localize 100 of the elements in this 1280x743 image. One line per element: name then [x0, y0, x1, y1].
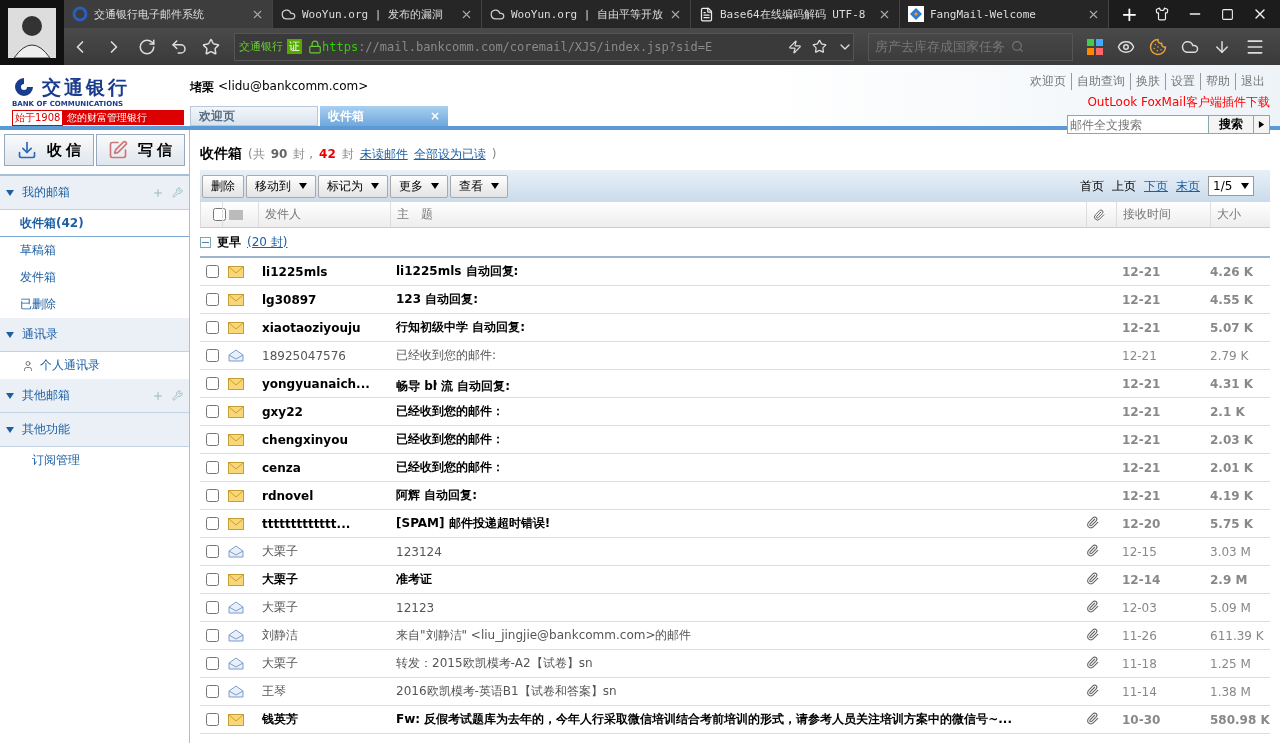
subject-cell[interactable]: 2016欧凯模考-英语B1【试卷和答案】sn [390, 683, 1086, 700]
row-checkbox[interactable] [206, 377, 219, 390]
reload-icon[interactable] [138, 37, 156, 56]
pager-link[interactable]: 末页 [1176, 177, 1200, 195]
subject-cell[interactable]: [SPAM] 邮件投递超时错误! [390, 515, 1086, 532]
sidebar-section[interactable]: 通讯录 [0, 318, 189, 352]
receive-button[interactable]: 收 信 [4, 134, 94, 166]
header-link[interactable]: 设置 [1165, 73, 1200, 90]
subject-cell[interactable]: 准考证 [390, 571, 1086, 588]
star-icon[interactable] [812, 39, 827, 54]
apps-grid-icon[interactable] [1087, 38, 1103, 55]
group-count[interactable]: (20 封) [247, 233, 288, 251]
row-checkbox[interactable] [206, 685, 219, 698]
expand-caret-icon[interactable] [6, 188, 14, 197]
compose-button[interactable]: 写 信 [95, 134, 185, 166]
address-bar[interactable]: 交通银行 证 https://mail.bankcomm.com/coremail/XJS/index.jsp?sid=E [234, 32, 854, 61]
header-link[interactable]: 换肤 [1130, 73, 1165, 90]
dropdown-button[interactable]: 查看 [450, 174, 508, 198]
header-link[interactable]: 退出 [1235, 73, 1270, 90]
sidebar-section[interactable]: 其他邮箱 [0, 379, 189, 413]
subject-cell[interactable]: 123 自动回复: [390, 291, 1086, 308]
row-checkbox[interactable] [206, 629, 219, 642]
header-link[interactable]: 欢迎页 [1025, 73, 1071, 90]
select-all-checkbox[interactable] [213, 208, 226, 221]
row-checkbox[interactable] [206, 349, 219, 362]
undo-icon[interactable] [170, 37, 188, 56]
folder-item[interactable]: 发件箱 [0, 264, 189, 291]
mail-search-field[interactable]: 邮件全文搜索 搜索 [1067, 115, 1270, 134]
page-select[interactable]: 1/5 [1208, 176, 1254, 196]
column-header[interactable]: 主 题 [390, 202, 1086, 227]
row-checkbox[interactable] [206, 405, 219, 418]
row-checkbox[interactable] [206, 461, 219, 474]
pager-link[interactable]: 下页 [1144, 177, 1168, 195]
folder-item[interactable]: 已删除 [0, 291, 189, 318]
toolbar-button[interactable]: 删除 [202, 174, 244, 198]
page-tab[interactable]: 欢迎页 [190, 106, 318, 126]
star-icon[interactable] [202, 37, 220, 56]
size-cell-text: 1.38 M [1210, 684, 1252, 699]
row-checkbox[interactable] [206, 321, 219, 334]
search-options-button[interactable] [1253, 116, 1269, 133]
expand-caret-icon[interactable] [6, 391, 14, 400]
subject-cell[interactable]: 行知初级中学 自动回复: [390, 319, 1086, 336]
subject-cell[interactable]: 已经收到您的邮件： [390, 459, 1086, 476]
subject-cell[interactable]: li1225mls 自动回复: [390, 263, 1086, 280]
plugin-download-link[interactable]: OutLook FoxMail客户端插件下载 [1087, 94, 1270, 111]
subject-cell[interactable]: 转发：2015欧凯模考-A2【试卷】sn [390, 655, 1086, 672]
new-tab-button[interactable]: + [1109, 0, 1150, 28]
column-header[interactable]: 发件人 [258, 202, 390, 227]
header-link[interactable]: 帮助 [1200, 73, 1235, 90]
browser-tab[interactable]: WooYun.org | 自由平等开放 [482, 0, 691, 28]
mark-all-read-link[interactable]: 全部设为已读 [413, 145, 486, 163]
row-checkbox[interactable] [206, 713, 219, 726]
folder-item[interactable]: 草稿箱 [0, 237, 189, 264]
collapse-toggle[interactable] [200, 236, 211, 248]
subject-cell[interactable]: 来自"刘静洁" <liu_jingjie@bankcomm.com>的邮件 [390, 627, 1086, 644]
row-checkbox[interactable] [206, 265, 219, 278]
browser-tab[interactable]: Base64在线编码解码 UTF-8 [691, 0, 900, 28]
column-header[interactable]: 接收时间 [1116, 202, 1210, 227]
dropdown-button[interactable]: 移动到 [246, 174, 316, 198]
sidebar-section[interactable]: 我的邮箱 [0, 176, 189, 210]
expand-caret-icon[interactable] [6, 330, 14, 339]
row-checkbox[interactable] [206, 545, 219, 558]
subject-cell[interactable]: 12123 [390, 600, 1086, 615]
time-cell-text: 12-21 [1121, 488, 1162, 503]
folder-item[interactable]: 个人通讯录 [0, 352, 189, 379]
subject-cell[interactable]: 畅导ᡃ blᡃ 流 自动回复: [390, 372, 1086, 395]
subject-cell[interactable]: 已经收到您的邮件: [390, 347, 1086, 364]
browser-tab[interactable]: WooYun.org | 发布的漏洞 [273, 0, 482, 28]
row-checkbox[interactable] [206, 601, 219, 614]
expand-caret-icon[interactable] [6, 425, 14, 434]
subject-cell[interactable]: Fw: 反假考试题库为去年的，今年人行采取微信培训结合考前培训的形式，请参考人员关注培训方案中的微信号~... [390, 711, 1086, 728]
column-header[interactable]: 大小 [1210, 202, 1270, 227]
subject-cell[interactable]: 已经收到您的邮件： [390, 431, 1086, 448]
dropdown-button[interactable]: 更多 [390, 174, 448, 198]
header-link[interactable]: 自助查询 [1071, 73, 1130, 90]
subject-cell[interactable]: 123124 [390, 544, 1086, 559]
subject-cell[interactable]: 阿辉 自动回复: [390, 487, 1086, 504]
sidebar-section[interactable]: 其他功能 [0, 413, 189, 447]
row-checkbox[interactable] [206, 293, 219, 306]
dropdown-button[interactable]: 标记为 [318, 174, 388, 198]
shirt-icon[interactable] [1155, 7, 1169, 21]
lightning-icon[interactable] [788, 39, 802, 54]
search-button[interactable]: 搜索 [1208, 116, 1253, 133]
unread-link[interactable]: 未读邮件 [359, 145, 408, 163]
row-checkbox[interactable] [206, 489, 219, 502]
row-checkbox[interactable] [206, 657, 219, 670]
sender-cell-text: li1225mls [261, 264, 329, 279]
row-checkbox[interactable] [206, 573, 219, 586]
maximize-icon[interactable] [1221, 7, 1234, 21]
browser-tab[interactable]: 交通银行电子邮件系统 [64, 0, 273, 28]
diamond-logo-icon [908, 6, 924, 22]
folder-item[interactable]: 订阅管理 [0, 447, 189, 474]
avatar-icon[interactable] [8, 7, 56, 58]
folder-title: 收件箱 [200, 145, 242, 163]
subject-cell[interactable]: 已经收到您的邮件： [390, 403, 1086, 420]
row-checkbox[interactable] [206, 517, 219, 530]
browser-tab[interactable]: FangMail-Welcome [900, 0, 1109, 28]
cookie-icon[interactable] [1149, 37, 1167, 56]
row-checkbox[interactable] [206, 433, 219, 446]
folder-item[interactable]: 收件箱(42) [0, 210, 189, 237]
